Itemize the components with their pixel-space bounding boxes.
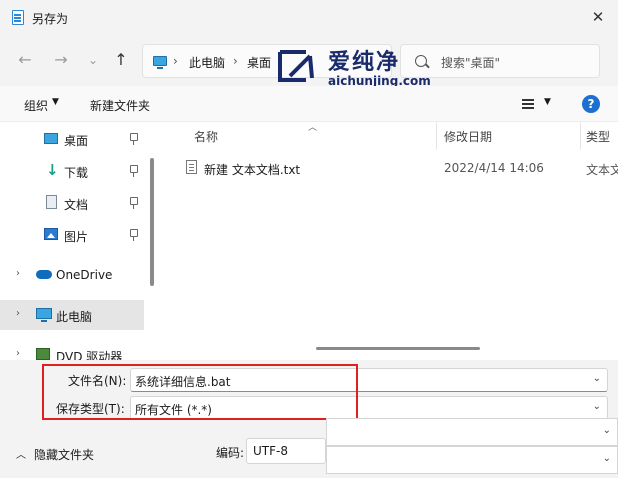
column-header-type[interactable]: 类型 bbox=[586, 128, 610, 145]
pin-icon bbox=[128, 197, 138, 209]
navigation-pane: 桌面 ↓ 下载 文档 图片 › OneDrive › 此电脑 › DVD 驱动器… bbox=[0, 122, 160, 360]
dvd-icon bbox=[36, 348, 50, 360]
chevron-right-icon[interactable]: › bbox=[16, 268, 20, 279]
column-divider[interactable] bbox=[580, 122, 581, 150]
file-type: 文本文档 bbox=[586, 163, 618, 177]
recent-locations-button[interactable]: ⌄ bbox=[82, 48, 104, 72]
file-date: 2022/4/14 14:06 bbox=[444, 161, 544, 175]
sidebar-item-onedrive[interactable]: › OneDrive bbox=[0, 260, 144, 290]
chevron-down-icon: ▼ bbox=[544, 97, 551, 107]
breadcrumb-separator: › bbox=[233, 54, 238, 68]
hide-folders-label: 隐藏文件夹 bbox=[34, 448, 95, 462]
chevron-up-icon: ︿ bbox=[16, 450, 26, 461]
column-divider[interactable] bbox=[436, 122, 437, 150]
sidebar-item-desktop[interactable]: 桌面 bbox=[0, 124, 144, 154]
column-header-date[interactable]: 修改日期 bbox=[444, 128, 492, 145]
chevron-down-icon[interactable]: ⌄ bbox=[593, 401, 601, 412]
sort-ascending-icon: ︿ bbox=[308, 123, 318, 133]
window-title: 另存为 bbox=[32, 12, 69, 26]
file-name: 新建 文本文档.txt bbox=[204, 163, 301, 177]
pin-icon bbox=[128, 165, 138, 177]
highlight-box bbox=[42, 364, 358, 420]
column-header-name[interactable]: 名称 bbox=[194, 128, 218, 145]
pc-icon bbox=[153, 56, 167, 69]
organize-button[interactable]: 组织 bbox=[24, 97, 48, 114]
download-icon: ↓ bbox=[46, 161, 59, 179]
sidebar-item-pictures[interactable]: 图片 bbox=[0, 220, 144, 250]
chevron-down-icon[interactable]: ⌄ bbox=[593, 373, 601, 384]
encoding-value: UTF-8 bbox=[253, 444, 288, 458]
sidebar-item-label: 桌面 bbox=[64, 134, 89, 148]
encoding-select[interactable]: UTF-8 bbox=[246, 438, 326, 464]
cloud-icon bbox=[36, 270, 52, 279]
new-folder-button[interactable]: 新建文件夹 bbox=[90, 97, 150, 114]
sidebar-item-this-pc[interactable]: › 此电脑 bbox=[0, 300, 144, 330]
pin-icon bbox=[128, 229, 138, 241]
up-button[interactable]: ↑ bbox=[110, 48, 132, 72]
search-placeholder: 搜索"桌面" bbox=[441, 56, 501, 70]
notepad-icon bbox=[12, 10, 24, 25]
file-list: ︿ 名称 修改日期 类型 新建 文本文档.txt 2022/4/14 14:06… bbox=[164, 122, 618, 360]
horizontal-scrollbar[interactable] bbox=[316, 347, 480, 350]
sidebar-item-dvd[interactable]: › DVD 驱动器 (D:) bbox=[0, 340, 144, 360]
chevron-right-icon[interactable]: › bbox=[16, 308, 20, 319]
chevron-down-icon: ▼ bbox=[52, 97, 59, 107]
save-form: 文件名(N): 系统详细信息.bat ⌄ 保存类型(T): 所有文件 (*.*)… bbox=[0, 360, 618, 478]
command-bar: 组织 ▼ 新建文件夹 ▼ ? bbox=[0, 86, 618, 122]
chevron-right-icon[interactable]: › bbox=[16, 348, 20, 359]
dropdown-overlay[interactable]: ⌄ bbox=[326, 418, 618, 446]
file-row[interactable]: 新建 文本文档.txt 2022/4/14 14:06 文本文档 bbox=[164, 154, 618, 182]
sidebar-item-documents[interactable]: 文档 bbox=[0, 188, 144, 218]
pictures-icon bbox=[44, 228, 58, 240]
sidebar-item-downloads[interactable]: ↓ 下载 bbox=[0, 156, 144, 186]
text-file-icon bbox=[186, 160, 197, 174]
sidebar-item-label: 图片 bbox=[64, 230, 89, 244]
watermark-icon bbox=[278, 50, 314, 82]
forward-button[interactable]: → bbox=[50, 48, 72, 72]
sidebar-item-label: 文档 bbox=[64, 198, 89, 212]
sidebar-item-label: OneDrive bbox=[56, 268, 113, 282]
chevron-down-icon: ⌄ bbox=[602, 425, 611, 436]
title-bar: 另存为 ✕ bbox=[0, 0, 618, 36]
breadcrumb-separator: › bbox=[173, 54, 178, 68]
list-view-icon bbox=[522, 99, 534, 101]
breadcrumb-this-pc[interactable]: 此电脑 bbox=[189, 54, 225, 71]
breadcrumb-desktop[interactable]: 桌面 bbox=[247, 54, 271, 71]
view-options-button[interactable]: ▼ bbox=[520, 95, 560, 113]
chevron-down-icon: ⌄ bbox=[602, 453, 611, 464]
vertical-scrollbar[interactable] bbox=[150, 158, 154, 286]
encoding-label: 编码: bbox=[216, 446, 245, 460]
sidebar-item-label: 此电脑 bbox=[56, 310, 93, 324]
documents-icon bbox=[46, 195, 57, 209]
desktop-icon bbox=[44, 133, 58, 144]
pc-icon bbox=[36, 308, 52, 322]
pin-icon bbox=[128, 133, 138, 145]
watermark-logo: 爱纯净 aichunjing.com bbox=[272, 44, 432, 90]
help-button[interactable]: ? bbox=[582, 95, 600, 113]
close-button[interactable]: ✕ bbox=[588, 7, 608, 27]
sidebar-item-label: 下载 bbox=[64, 166, 89, 180]
sidebar-item-label: DVD 驱动器 (D:) bbox=[56, 350, 123, 360]
dropdown-overlay[interactable]: ⌄ bbox=[326, 446, 618, 474]
back-button[interactable]: ← bbox=[14, 48, 36, 72]
watermark-title: 爱纯净 bbox=[328, 50, 401, 75]
